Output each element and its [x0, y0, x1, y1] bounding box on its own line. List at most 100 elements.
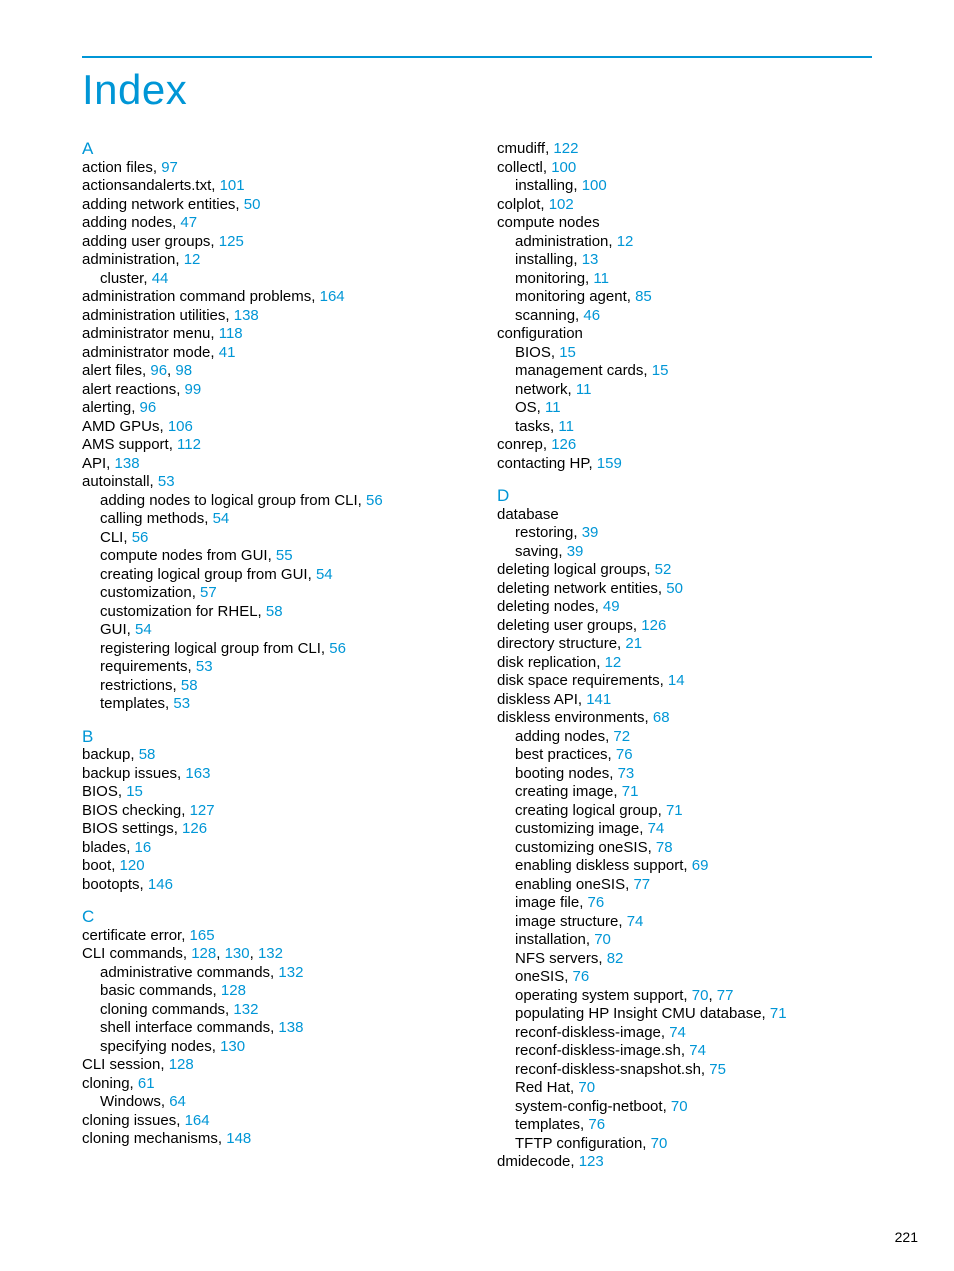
- page-ref[interactable]: 132: [233, 1001, 258, 1018]
- page-ref[interactable]: 56: [366, 492, 383, 509]
- page-ref[interactable]: 12: [184, 251, 201, 268]
- page-ref[interactable]: 138: [115, 455, 140, 472]
- page-ref[interactable]: 58: [266, 603, 283, 620]
- page-ref[interactable]: 50: [666, 580, 683, 597]
- page-ref[interactable]: 77: [717, 987, 734, 1004]
- page-ref[interactable]: 96: [150, 362, 167, 379]
- page-ref[interactable]: 128: [191, 945, 216, 962]
- page-ref[interactable]: 96: [140, 399, 157, 416]
- page-ref[interactable]: 53: [158, 473, 175, 490]
- page-ref[interactable]: 56: [329, 640, 346, 657]
- page-ref[interactable]: 99: [185, 381, 202, 398]
- page-ref[interactable]: 76: [616, 746, 633, 763]
- page-ref[interactable]: 39: [567, 543, 584, 560]
- page-ref[interactable]: 132: [258, 945, 283, 962]
- page-ref[interactable]: 12: [605, 654, 622, 671]
- page-ref[interactable]: 164: [320, 288, 345, 305]
- page-ref[interactable]: 54: [135, 621, 152, 638]
- page-ref[interactable]: 70: [651, 1135, 668, 1152]
- page-ref[interactable]: 50: [244, 196, 261, 213]
- page-ref[interactable]: 101: [220, 177, 245, 194]
- page-ref[interactable]: 41: [219, 344, 236, 361]
- page-ref[interactable]: 70: [578, 1079, 595, 1096]
- page-ref[interactable]: 11: [558, 418, 574, 435]
- page-ref[interactable]: 16: [135, 839, 152, 856]
- page-ref[interactable]: 78: [656, 839, 673, 856]
- page-ref[interactable]: 57: [200, 584, 217, 601]
- page-ref[interactable]: 71: [622, 783, 639, 800]
- page-ref[interactable]: 52: [655, 561, 672, 578]
- page-ref[interactable]: 71: [666, 802, 683, 819]
- page-ref[interactable]: 12: [617, 233, 634, 250]
- page-ref[interactable]: 70: [671, 1098, 688, 1115]
- page-ref[interactable]: 120: [120, 857, 145, 874]
- page-ref[interactable]: 54: [316, 566, 333, 583]
- page-ref[interactable]: 146: [148, 876, 173, 893]
- page-ref[interactable]: 54: [213, 510, 230, 527]
- page-ref[interactable]: 138: [278, 1019, 303, 1036]
- page-ref[interactable]: 64: [169, 1093, 186, 1110]
- page-ref[interactable]: 112: [177, 436, 201, 453]
- page-ref[interactable]: 72: [613, 728, 630, 745]
- page-ref[interactable]: 106: [168, 418, 193, 435]
- page-ref[interactable]: 71: [770, 1005, 787, 1022]
- page-ref[interactable]: 98: [175, 362, 192, 379]
- page-ref[interactable]: 165: [190, 927, 215, 944]
- page-ref[interactable]: 126: [182, 820, 207, 837]
- page-ref[interactable]: 61: [138, 1075, 155, 1092]
- page-ref[interactable]: 47: [180, 214, 197, 231]
- page-ref[interactable]: 85: [635, 288, 652, 305]
- page-ref[interactable]: 163: [185, 765, 210, 782]
- page-ref[interactable]: 11: [576, 381, 592, 398]
- page-ref[interactable]: 76: [588, 894, 605, 911]
- page-ref[interactable]: 11: [545, 399, 561, 416]
- page-ref[interactable]: 70: [594, 931, 611, 948]
- page-ref[interactable]: 122: [553, 140, 578, 157]
- page-ref[interactable]: 46: [583, 307, 600, 324]
- page-ref[interactable]: 53: [173, 695, 190, 712]
- page-ref[interactable]: 39: [582, 524, 599, 541]
- page-ref[interactable]: 138: [234, 307, 259, 324]
- page-ref[interactable]: 148: [226, 1130, 251, 1147]
- page-ref[interactable]: 56: [132, 529, 149, 546]
- page-ref[interactable]: 69: [692, 857, 709, 874]
- page-ref[interactable]: 74: [627, 913, 644, 930]
- page-ref[interactable]: 130: [220, 1038, 245, 1055]
- page-ref[interactable]: 74: [669, 1024, 686, 1041]
- page-ref[interactable]: 70: [692, 987, 709, 1004]
- page-ref[interactable]: 97: [161, 159, 178, 176]
- page-ref[interactable]: 128: [221, 982, 246, 999]
- page-ref[interactable]: 132: [278, 964, 303, 981]
- page-ref[interactable]: 159: [597, 455, 622, 472]
- page-ref[interactable]: 68: [653, 709, 670, 726]
- page-ref[interactable]: 118: [219, 325, 243, 342]
- page-ref[interactable]: 164: [185, 1112, 210, 1129]
- page-ref[interactable]: 77: [633, 876, 650, 893]
- page-ref[interactable]: 15: [126, 783, 143, 800]
- page-ref[interactable]: 125: [219, 233, 244, 250]
- page-ref[interactable]: 21: [625, 635, 642, 652]
- page-ref[interactable]: 102: [549, 196, 574, 213]
- page-ref[interactable]: 82: [607, 950, 624, 967]
- page-ref[interactable]: 14: [668, 672, 685, 689]
- page-ref[interactable]: 141: [586, 691, 611, 708]
- page-ref[interactable]: 123: [579, 1153, 604, 1170]
- page-ref[interactable]: 49: [603, 598, 620, 615]
- page-ref[interactable]: 126: [641, 617, 666, 634]
- page-ref[interactable]: 44: [152, 270, 169, 287]
- page-ref[interactable]: 15: [559, 344, 576, 361]
- page-ref[interactable]: 100: [551, 159, 576, 176]
- page-ref[interactable]: 75: [709, 1061, 726, 1078]
- page-ref[interactable]: 130: [225, 945, 250, 962]
- page-ref[interactable]: 58: [181, 677, 198, 694]
- page-ref[interactable]: 13: [582, 251, 599, 268]
- page-ref[interactable]: 15: [652, 362, 669, 379]
- page-ref[interactable]: 76: [588, 1116, 605, 1133]
- page-ref[interactable]: 55: [276, 547, 293, 564]
- page-ref[interactable]: 74: [689, 1042, 706, 1059]
- page-ref[interactable]: 127: [190, 802, 215, 819]
- page-ref[interactable]: 76: [573, 968, 590, 985]
- page-ref[interactable]: 100: [582, 177, 607, 194]
- page-ref[interactable]: 73: [618, 765, 635, 782]
- page-ref[interactable]: 53: [196, 658, 213, 675]
